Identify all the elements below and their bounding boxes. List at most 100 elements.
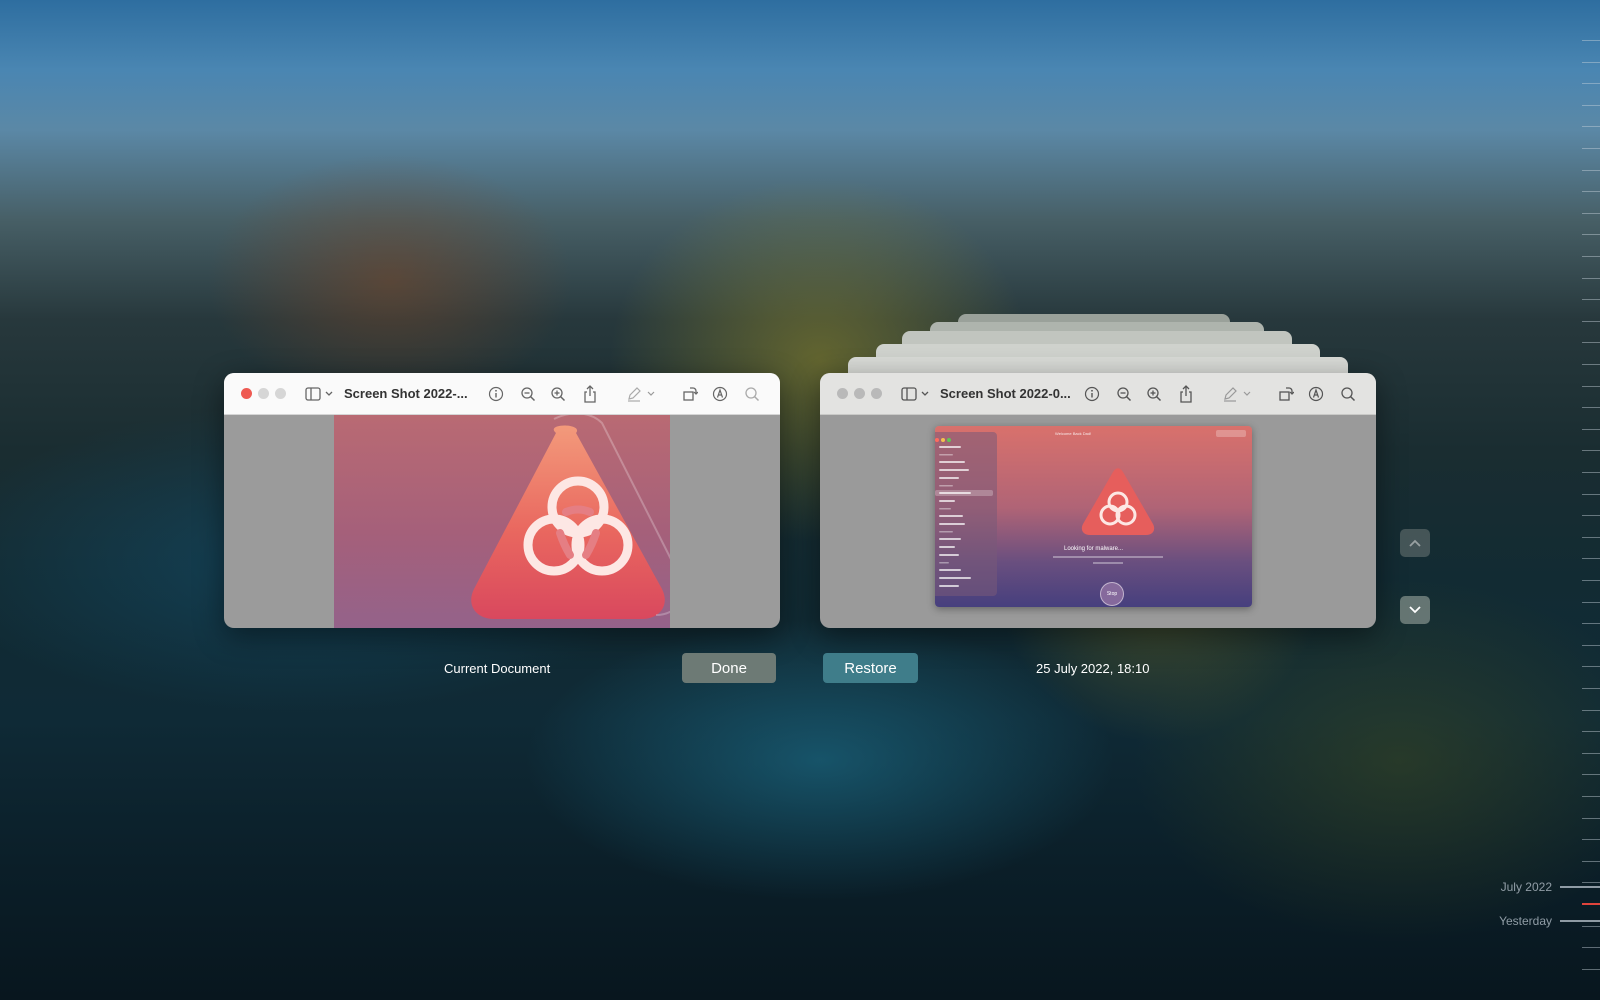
current-document-window[interactable]: Screen Shot 2022-... bbox=[224, 373, 780, 628]
rotate-icon bbox=[1276, 384, 1296, 404]
timeline-tick[interactable] bbox=[1582, 861, 1600, 862]
timeline-tick[interactable] bbox=[1582, 623, 1600, 624]
timeline-tick[interactable] bbox=[1582, 688, 1600, 689]
timeline-tick[interactable] bbox=[1582, 407, 1600, 408]
timeline-tick[interactable] bbox=[1582, 126, 1600, 127]
share-icon bbox=[1176, 384, 1196, 404]
highlight-pen-icon[interactable] bbox=[624, 384, 644, 404]
zoom-out-icon[interactable] bbox=[518, 384, 538, 404]
zoom-out-icon bbox=[1114, 384, 1134, 404]
version-date-label: 25 July 2022, 18:10 bbox=[1036, 661, 1150, 676]
timeline-tick[interactable] bbox=[1582, 969, 1600, 970]
window-toolbar: Screen Shot 2022-... bbox=[224, 373, 780, 415]
thumbnail-subtext bbox=[1053, 556, 1163, 558]
thumbnail-status-text: Looking for malware... bbox=[1063, 546, 1124, 552]
chevron-down-icon bbox=[1240, 384, 1254, 404]
timeline-tick[interactable] bbox=[1582, 170, 1600, 171]
thumbnail-sidebar bbox=[935, 432, 997, 596]
timeline-tick[interactable] bbox=[1582, 666, 1600, 667]
chevron-down-icon bbox=[1409, 606, 1421, 614]
timeline-tick[interactable] bbox=[1582, 774, 1600, 775]
minimize-button[interactable] bbox=[258, 388, 269, 399]
biohazard-warning-icon bbox=[471, 415, 670, 619]
timeline-tick[interactable] bbox=[1582, 818, 1600, 819]
highlight-pen-icon bbox=[1220, 384, 1240, 404]
timeline-tick[interactable] bbox=[1582, 645, 1600, 646]
timeline-tick[interactable] bbox=[1582, 796, 1600, 797]
timeline-tick[interactable] bbox=[1582, 710, 1600, 711]
timeline-tick[interactable] bbox=[1582, 234, 1600, 235]
timeline-tick[interactable] bbox=[1582, 537, 1600, 538]
info-icon bbox=[1082, 384, 1102, 404]
window-title: Screen Shot 2022-0... bbox=[940, 386, 1071, 401]
timeline-tick[interactable] bbox=[1582, 213, 1600, 214]
timeline-tick[interactable] bbox=[1582, 558, 1600, 559]
timeline-tick[interactable] bbox=[1582, 321, 1600, 322]
timeline-tick[interactable] bbox=[1582, 83, 1600, 84]
timeline-tick[interactable] bbox=[1582, 515, 1600, 516]
sidebar-toggle-icon[interactable] bbox=[304, 384, 336, 404]
close-button bbox=[837, 388, 848, 399]
timeline-tick[interactable] bbox=[1582, 364, 1600, 365]
rotate-icon[interactable] bbox=[680, 384, 700, 404]
chevron-down-icon[interactable] bbox=[644, 384, 658, 404]
chevron-up-icon bbox=[1409, 539, 1421, 547]
document-image bbox=[334, 415, 670, 628]
window-toolbar: Screen Shot 2022-0... bbox=[820, 373, 1376, 415]
zoom-in-icon[interactable] bbox=[548, 384, 568, 404]
markup-icon bbox=[1306, 384, 1326, 404]
timeline-marker-july-2022[interactable] bbox=[1560, 886, 1600, 888]
close-button[interactable] bbox=[241, 388, 252, 399]
timeline-tick[interactable] bbox=[1582, 602, 1600, 603]
thumbnail-header-title: Welcome Back Dad! bbox=[1055, 431, 1092, 436]
timeline-label-july-2022[interactable]: July 2022 bbox=[1501, 880, 1552, 894]
current-document-label: Current Document bbox=[444, 661, 551, 676]
search-icon bbox=[1338, 384, 1358, 404]
version-screenshot-thumbnail: Welcome Back Dad! Looking for malware...… bbox=[935, 426, 1252, 607]
timeline-tick[interactable] bbox=[1582, 40, 1600, 41]
timeline-tick[interactable] bbox=[1582, 947, 1600, 948]
timeline-tick[interactable] bbox=[1582, 731, 1600, 732]
share-icon[interactable] bbox=[580, 384, 600, 404]
minimize-button bbox=[854, 388, 865, 399]
timeline[interactable] bbox=[1560, 30, 1600, 970]
timeline-tick[interactable] bbox=[1582, 299, 1600, 300]
timeline-tick[interactable] bbox=[1582, 839, 1600, 840]
window-title: Screen Shot 2022-... bbox=[344, 386, 468, 401]
markup-icon[interactable] bbox=[710, 384, 730, 404]
version-window[interactable]: Screen Shot 2022-0... Welcome Back Dad! … bbox=[820, 373, 1376, 628]
timeline-tick[interactable] bbox=[1582, 256, 1600, 257]
timeline-tick[interactable] bbox=[1582, 342, 1600, 343]
timeline-tick[interactable] bbox=[1582, 450, 1600, 451]
biohazard-warning-icon bbox=[1081, 468, 1155, 535]
timeline-current-marker bbox=[1582, 903, 1600, 905]
timeline-tick[interactable] bbox=[1582, 926, 1600, 927]
search-icon[interactable] bbox=[742, 384, 762, 404]
timeline-tick[interactable] bbox=[1582, 278, 1600, 279]
timeline-tick[interactable] bbox=[1582, 148, 1600, 149]
info-icon[interactable] bbox=[486, 384, 506, 404]
zoom-button[interactable] bbox=[275, 388, 286, 399]
thumbnail-header-button bbox=[1216, 430, 1246, 437]
timeline-tick[interactable] bbox=[1582, 386, 1600, 387]
done-button[interactable]: Done bbox=[682, 653, 776, 683]
thumbnail-stop-button: Stop bbox=[1100, 582, 1124, 606]
timeline-label-yesterday[interactable]: Yesterday bbox=[1499, 914, 1552, 928]
timeline-tick[interactable] bbox=[1582, 105, 1600, 106]
next-version-button[interactable] bbox=[1400, 596, 1430, 624]
timeline-tick[interactable] bbox=[1582, 753, 1600, 754]
restore-button[interactable]: Restore bbox=[823, 653, 918, 683]
thumbnail-subtext bbox=[1093, 562, 1123, 564]
timeline-tick[interactable] bbox=[1582, 62, 1600, 63]
zoom-in-icon bbox=[1144, 384, 1164, 404]
timeline-marker-yesterday[interactable] bbox=[1560, 920, 1600, 922]
timeline-tick[interactable] bbox=[1582, 472, 1600, 473]
zoom-button bbox=[871, 388, 882, 399]
timeline-tick[interactable] bbox=[1582, 494, 1600, 495]
timeline-tick[interactable] bbox=[1582, 580, 1600, 581]
timeline-tick[interactable] bbox=[1582, 882, 1600, 883]
timeline-tick[interactable] bbox=[1582, 191, 1600, 192]
previous-version-button[interactable] bbox=[1400, 529, 1430, 557]
sidebar-toggle-icon bbox=[900, 384, 932, 404]
timeline-tick[interactable] bbox=[1582, 429, 1600, 430]
